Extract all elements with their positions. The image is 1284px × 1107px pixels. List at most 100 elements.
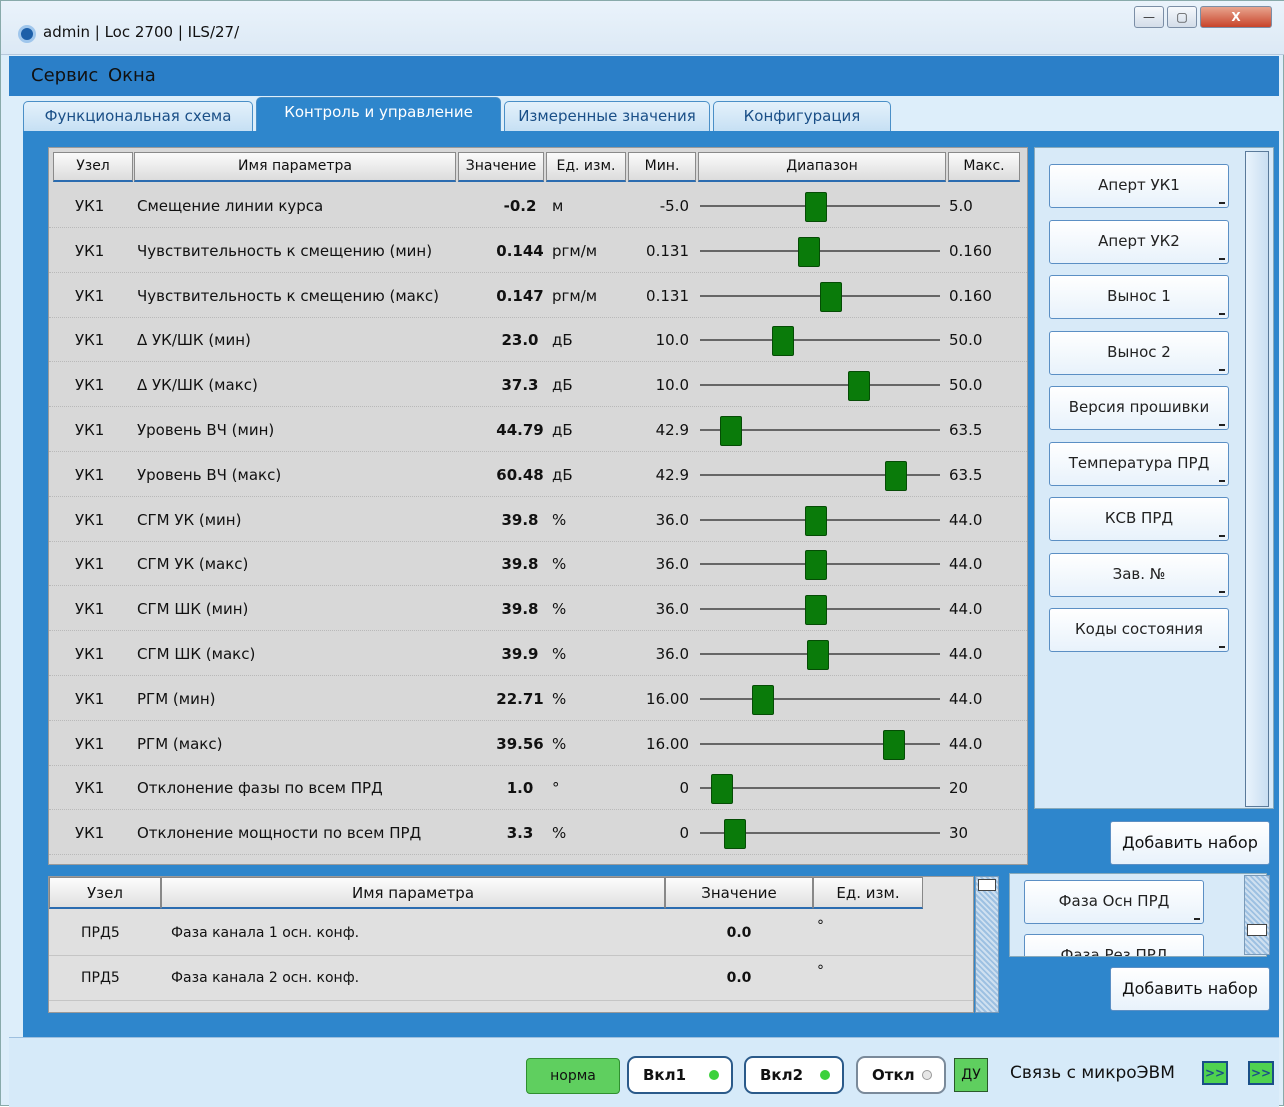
add-set-button-bottom[interactable]: Добавить набор	[1110, 967, 1270, 1011]
max-cell: 63.5	[949, 421, 983, 439]
minimize-button[interactable]: —	[1134, 6, 1164, 28]
param-name-cell: Δ УК/ШК (мин)	[137, 331, 251, 350]
on1-toggle[interactable]: Вкл1	[627, 1056, 733, 1094]
lower-side-scrollbar[interactable]	[1244, 875, 1270, 955]
dropdown-icon	[1219, 479, 1225, 482]
range-thumb[interactable]	[771, 326, 794, 357]
range-thumb[interactable]	[723, 819, 746, 850]
lower-table-scrollbar[interactable]	[975, 876, 999, 1013]
side-button[interactable]: Вынос 1	[1049, 275, 1229, 319]
value-cell: 1.0	[506, 779, 534, 798]
table-row: УК1 Уровень ВЧ (мин) 44.79 дБ 42.9 63.5	[49, 408, 1027, 452]
range-thumb[interactable]	[819, 281, 842, 312]
lower-name-cell: Фаза канала 2 осн. конф.	[171, 970, 360, 986]
range-thumb[interactable]	[885, 460, 908, 491]
col-min: Мин.	[628, 152, 696, 182]
min-cell: 10.0	[655, 376, 689, 395]
maximize-button[interactable]: ▢	[1167, 6, 1197, 28]
tab-functional-scheme[interactable]: Функциональная схема	[23, 101, 253, 131]
lower-name-cell: Фаза канала 1 осн. конф.	[171, 925, 360, 941]
range-thumb[interactable]	[710, 774, 733, 805]
side-button[interactable]: Коды состояния	[1049, 608, 1229, 652]
range-thumb[interactable]	[848, 371, 871, 402]
node-cell: УК1	[75, 286, 105, 305]
on1-label: Вкл1	[643, 1066, 687, 1084]
lower-node-cell: ПРД5	[81, 970, 120, 986]
table-row: УК1 Отклонение фазы по всем ПРД 1.0 ° 0 20	[49, 766, 1027, 811]
unit-cell: %	[552, 734, 567, 753]
connect-arrow-button-2[interactable]: >>	[1248, 1061, 1274, 1085]
menu-windows[interactable]: Окна	[108, 65, 156, 86]
range-thumb[interactable]	[804, 505, 827, 536]
table-row: УК1 Уровень ВЧ (макс) 60.48 дБ 42.9 63.5	[49, 453, 1027, 497]
min-cell: 0	[679, 824, 689, 843]
param-name-cell: Δ УК/ШК (макс)	[137, 376, 258, 395]
unit-cell: %	[552, 510, 567, 529]
unit-cell: дБ	[552, 331, 573, 350]
connect-arrow-button[interactable]: >>	[1202, 1061, 1228, 1085]
param-name-cell: Чувствительность к смещению (макс)	[137, 286, 439, 305]
lower-col-value: Значение	[665, 877, 813, 909]
dropdown-icon	[1194, 918, 1200, 920]
table-row: УК1 Чувствительность к смещению (мин) 0.14…	[49, 229, 1027, 273]
side-button[interactable]: Аперт УК1	[1049, 164, 1229, 208]
range-thumb[interactable]	[798, 236, 821, 267]
table-row: УК1 РГМ (макс) 39.56% 16.00 44.0	[49, 722, 1027, 766]
dropdown-icon	[1219, 202, 1225, 204]
dropdown-icon	[1219, 590, 1225, 593]
lower-col-name: Имя параметра	[161, 877, 665, 909]
tab-measured-values[interactable]: Измеренные значения	[504, 101, 710, 131]
value-cell: 39.9	[501, 645, 539, 663]
table-row: УК1 Смещение линии курса -0.2 м -5.0 5.0	[49, 184, 1027, 228]
button-label: Вынос 2	[1107, 342, 1171, 361]
range-thumb[interactable]	[806, 640, 829, 670]
side-button[interactable]: КСВ ПРД	[1049, 497, 1229, 541]
range-thumb[interactable]	[804, 550, 827, 581]
side-button[interactable]: Аперт УК2	[1049, 219, 1229, 264]
menu-service[interactable]: Сервис	[31, 65, 98, 86]
unit-cell: дБ	[552, 465, 573, 484]
value-cell: 39.8	[501, 510, 539, 529]
table-row: УК1 Δ УК/ШК (макс) 37.3 дБ 10.0 50.0	[49, 363, 1027, 408]
range-thumb[interactable]	[804, 192, 827, 222]
side-panel-scrollbar[interactable]	[1245, 151, 1269, 807]
side-button[interactable]: Температура ПРД	[1049, 441, 1229, 486]
side-button[interactable]: Зав. №	[1049, 552, 1229, 597]
add-set-button-top[interactable]: Добавить набор	[1110, 821, 1270, 865]
unit-cell: дБ	[552, 421, 573, 439]
title-bar: admin | Loc 2700 | ILS/27/ — ▢ X	[1, 1, 1284, 55]
button-label: Температура ПРД	[1068, 453, 1210, 472]
table-row: УК1 Отклонение мощности по всем ПРД 3.3% 0 3…	[49, 811, 1027, 856]
lower-table-row: ПРД5 Фаза канала 1 осн. конф. 0.0 °	[49, 911, 973, 956]
side-button[interactable]: Вынос 2	[1049, 330, 1229, 375]
range-thumb[interactable]	[752, 684, 775, 715]
max-cell: 50.0	[949, 376, 983, 395]
max-cell: 30	[949, 824, 969, 843]
remote-control-indicator: ДУ	[954, 1058, 988, 1092]
table-row: УК1 СГМ УК (мин) 39.8% 36.0 44.0	[49, 498, 1027, 542]
col-unit: Ед. изм.	[546, 152, 626, 182]
min-cell: 42.9	[655, 465, 689, 484]
tab-control[interactable]: Контроль и управление	[256, 97, 501, 131]
range-thumb[interactable]	[883, 729, 906, 760]
button-label: Аперт УК2	[1098, 231, 1180, 250]
on2-toggle[interactable]: Вкл2	[744, 1056, 844, 1094]
param-name-cell: Уровень ВЧ (мин)	[137, 421, 275, 439]
scroll-thumb[interactable]	[1247, 924, 1267, 936]
phase-reserve-tx-button[interactable]: Фаза Рез ПРД	[1024, 934, 1204, 956]
connection-label: Связь с микроЭВМ	[1010, 1063, 1175, 1083]
scroll-thumb[interactable]	[978, 879, 996, 891]
tab-configuration[interactable]: Конфигурация	[713, 101, 891, 131]
max-cell: 44.0	[949, 734, 983, 753]
close-button[interactable]: X	[1200, 6, 1272, 28]
node-cell: УК1	[75, 555, 105, 574]
phase-main-tx-button[interactable]: Фаза Осн ПРД	[1024, 880, 1204, 924]
lower-parameter-table: Узел Имя параметра Значение Ед. изм. ПРД…	[48, 876, 974, 1013]
unit-cell: м	[552, 197, 564, 215]
param-name-cell: Уровень ВЧ (макс)	[137, 465, 282, 484]
side-button[interactable]: Версия прошивки	[1049, 386, 1229, 430]
dropdown-icon	[1219, 535, 1225, 537]
range-thumb[interactable]	[804, 595, 827, 626]
range-thumb[interactable]	[719, 416, 742, 446]
off-toggle[interactable]: Откл	[856, 1056, 946, 1094]
